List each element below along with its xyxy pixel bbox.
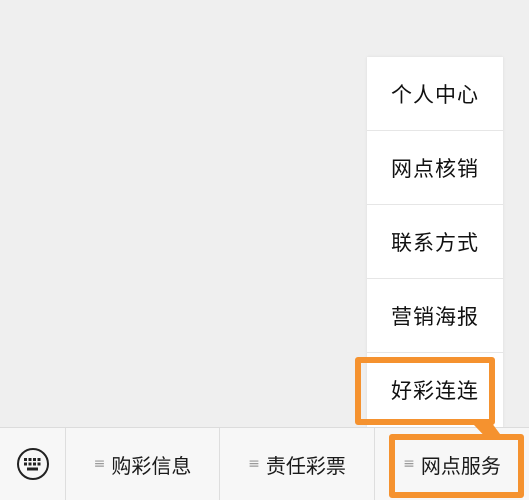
submenu-item-personal-center[interactable]: 个人中心	[367, 57, 503, 131]
tab-label: 网点服务	[420, 453, 501, 478]
tab-responsible-lottery[interactable]: ≡ 责任彩票	[220, 428, 375, 500]
bottom-menu-bar: ≡ 购彩信息 ≡ 责任彩票 ≡ 网点服务	[0, 427, 529, 500]
menu-lines-icon: ≡	[403, 456, 415, 472]
tab-lottery-info[interactable]: ≡ 购彩信息	[66, 428, 220, 500]
submenu-item-marketing-poster[interactable]: 营销海报	[367, 279, 503, 353]
submenu-item-haocai-lianlian[interactable]: 好彩连连	[367, 353, 503, 427]
menu-lines-icon: ≡	[93, 456, 106, 472]
tab-outlet-service[interactable]: ≡ 网点服务	[375, 428, 529, 500]
menu-lines-icon: ≡	[248, 456, 260, 472]
service-submenu: 个人中心 网点核销 联系方式 营销海报 好彩连连	[367, 57, 503, 427]
keyboard-toggle-button[interactable]	[0, 428, 66, 500]
tab-label: 购彩信息	[111, 453, 192, 478]
tab-label: 责任彩票	[265, 453, 346, 478]
submenu-item-contact[interactable]: 联系方式	[367, 205, 503, 279]
keyboard-icon	[16, 448, 49, 480]
submenu-item-outlet-verification[interactable]: 网点核销	[367, 131, 503, 205]
